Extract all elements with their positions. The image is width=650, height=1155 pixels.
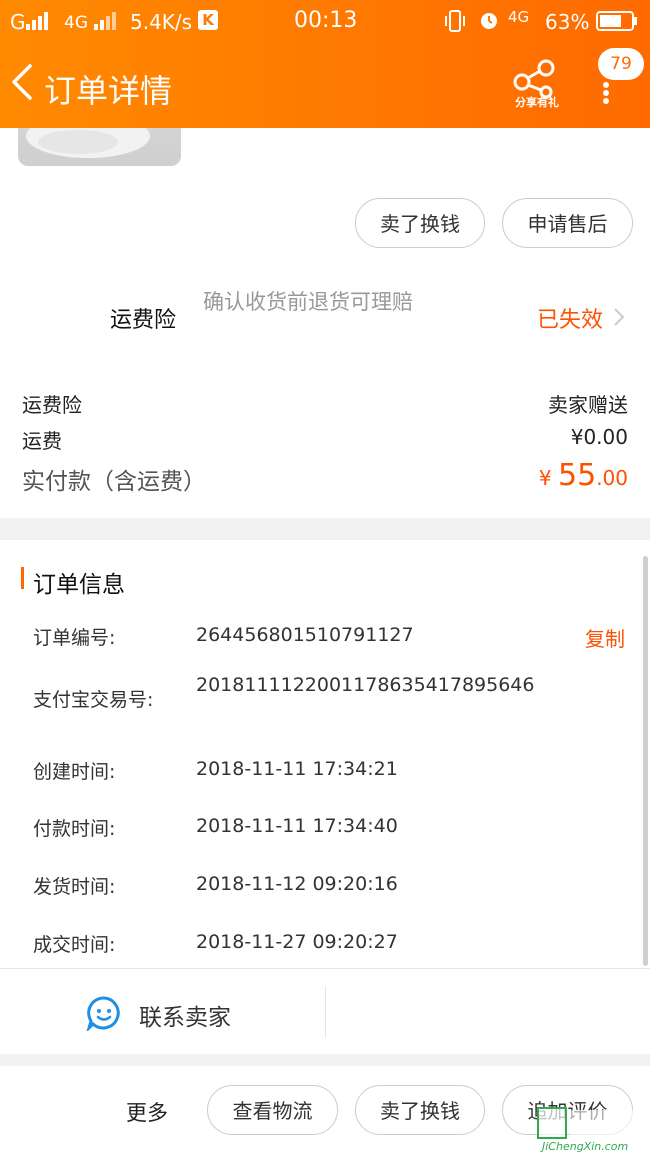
network-label-2: 4G bbox=[508, 8, 530, 26]
paid-time-label: 付款时间: bbox=[33, 818, 116, 840]
shipping-insurance-label: 运费险 bbox=[110, 308, 177, 333]
copy-order-number-button[interactable]: 复制 bbox=[585, 623, 625, 652]
page-title: 订单详情 bbox=[44, 72, 173, 110]
more-actions-button[interactable]: 更多 bbox=[126, 1097, 168, 1127]
completed-time-value: 2018-11-27 09:20:27 bbox=[196, 931, 398, 953]
sell-for-cash-button-bottom[interactable]: 卖了换钱 bbox=[355, 1085, 485, 1135]
view-logistics-button[interactable]: 查看物流 bbox=[207, 1085, 338, 1135]
total-integer: 55 bbox=[558, 458, 597, 493]
vertical-divider bbox=[325, 986, 326, 1038]
signal-icon bbox=[26, 12, 48, 30]
sell-for-cash-button[interactable]: 卖了换钱 bbox=[355, 198, 485, 248]
order-info-card bbox=[0, 540, 650, 1054]
battery-icon bbox=[596, 11, 637, 31]
total-paid-label: 实付款（含运费） bbox=[22, 469, 206, 495]
chevron-right-icon[interactable] bbox=[612, 306, 626, 328]
signal-icon-2 bbox=[94, 12, 116, 30]
apply-after-sale-button[interactable]: 申请售后 bbox=[502, 198, 633, 248]
section-accent-bar bbox=[21, 567, 24, 589]
clock: 00:13 bbox=[294, 8, 358, 33]
order-number-value: 264456801510791127 bbox=[196, 624, 414, 646]
paid-time-value: 2018-11-11 17:34:40 bbox=[196, 815, 398, 837]
currency-symbol: ¥ bbox=[538, 466, 552, 490]
created-time-label: 创建时间: bbox=[33, 761, 116, 783]
scrollbar[interactable] bbox=[643, 556, 648, 966]
network-label: 4G bbox=[64, 13, 88, 33]
cost-row-value: 卖家赠送 bbox=[548, 393, 628, 417]
share-label[interactable]: 分享有礼 bbox=[506, 94, 568, 110]
chat-bubble-icon[interactable] bbox=[86, 995, 122, 1031]
alarm-icon bbox=[481, 13, 497, 29]
divider bbox=[0, 968, 650, 969]
app-header: G 4G 5.4K/s K 00:13 4G 63% 订单详情 分享有礼 79 bbox=[0, 0, 650, 128]
shipped-time-label: 发货时间: bbox=[33, 876, 116, 898]
cost-row-label: 运费险 bbox=[22, 393, 82, 417]
cost-row-value: ¥0.00 bbox=[570, 425, 628, 449]
order-number-label: 订单编号: bbox=[33, 627, 116, 649]
carrier-label: G bbox=[10, 10, 26, 34]
total-decimal: .00 bbox=[596, 466, 628, 490]
alipay-trade-value: 2018111122001178635417895646 bbox=[196, 674, 535, 696]
battery-percent: 63% bbox=[545, 10, 590, 34]
network-speed: 5.4K/s bbox=[130, 10, 193, 34]
order-info-title: 订单信息 bbox=[33, 572, 125, 598]
back-arrow-icon[interactable] bbox=[10, 62, 36, 102]
shipped-time-value: 2018-11-12 09:20:16 bbox=[196, 873, 398, 895]
shipping-insurance-description: 确认收货前退货可理赔 bbox=[203, 290, 413, 314]
product-image[interactable] bbox=[18, 128, 181, 166]
created-time-value: 2018-11-11 17:34:21 bbox=[196, 758, 398, 780]
k-app-icon: K bbox=[198, 10, 218, 30]
vibrate-icon bbox=[445, 10, 465, 32]
completed-time-label: 成交时间: bbox=[33, 934, 116, 956]
total-paid-value: ¥ 55.00 bbox=[539, 458, 628, 493]
insurance-status[interactable]: 已失效 bbox=[537, 302, 603, 334]
message-badge[interactable]: 79 bbox=[598, 48, 644, 80]
alipay-trade-label: 支付宝交易号: bbox=[33, 689, 154, 711]
watermark-text: JiChengXin.com bbox=[542, 1140, 629, 1153]
sneaker-image bbox=[26, 128, 150, 158]
contact-seller-button[interactable]: 联系卖家 bbox=[139, 998, 231, 1032]
more-menu-icon[interactable] bbox=[600, 82, 612, 104]
cost-row-label: 运费 bbox=[22, 429, 62, 453]
